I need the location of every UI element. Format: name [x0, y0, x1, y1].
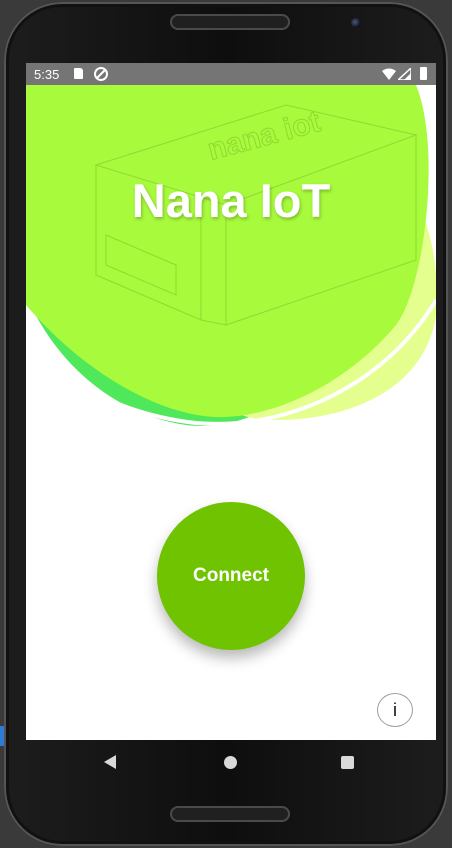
- earpiece-speaker: [170, 14, 290, 30]
- home-icon[interactable]: [224, 756, 237, 769]
- app-title: Nana IoT: [131, 174, 331, 227]
- recents-icon[interactable]: [341, 756, 354, 769]
- battery-icon: [420, 67, 427, 80]
- status-time: 5:35: [34, 67, 60, 82]
- info-button[interactable]: i: [377, 693, 413, 727]
- wifi-icon: [382, 68, 396, 80]
- connect-label: Connect: [193, 565, 269, 586]
- front-camera: [351, 18, 361, 28]
- hero-background: nana iot: [26, 85, 436, 426]
- window-edge-marker: [0, 726, 4, 746]
- data-saver-icon: [94, 67, 108, 81]
- bottom-speaker: [170, 806, 290, 822]
- connect-button[interactable]: Connect: [157, 502, 305, 650]
- back-icon[interactable]: [104, 755, 116, 769]
- info-label: i: [393, 699, 397, 720]
- app-screen: 5:35 nana iot Nana IoT Connect i: [26, 63, 436, 740]
- status-bar: 5:35: [26, 63, 436, 85]
- signal-icon: [398, 68, 411, 80]
- sd-card-icon: [74, 68, 83, 79]
